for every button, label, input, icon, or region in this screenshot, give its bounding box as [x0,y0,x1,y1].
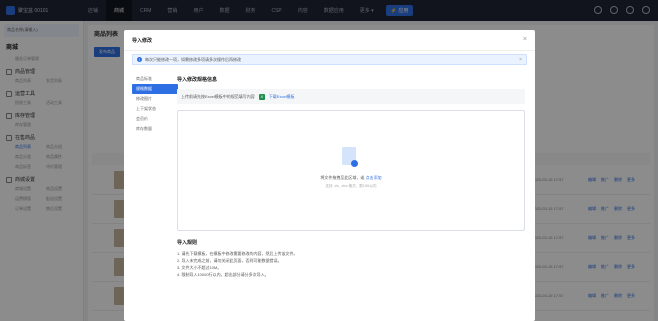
add-file-link[interactable]: 点击添加 [366,175,382,180]
modal-nav: 商品标准 规格数据 修改图片 上下架状态 会员价 库存数量 [132,74,178,134]
modal-nav-item[interactable]: 上下架状态 [132,104,178,114]
upload-dropzone[interactable]: 将文件拖拽至此区域，或 点击添加 支持 .xls, .xlsx 格式，限10M以… [177,110,525,231]
import-panel: 导入修改规格信息 上传前请先按Excel模板中的规范填写内容 X 下载Excel… [177,74,525,278]
rule-item: 1. 请先下载模板，在模板中修改需要修改的内容，然后上传该文件。 [177,251,298,256]
upload-file-icon [342,147,358,167]
rules-title: 导入规则 [177,240,198,246]
download-box: 上传前请先按Excel模板中的规范填写内容 X 下载Excel模板 [177,89,525,104]
import-modal: 导入修改 × ! 每次只能修改一项，如需修改多项请多次操作后再修改 × 商品标准… [124,30,535,321]
warning-text: 每次只能修改一项，如需修改多项请多次操作后再修改 [145,56,241,62]
warning-banner: ! 每次只能修改一项，如需修改多项请多次操作后再修改 × [132,54,527,65]
section-title: 导入修改规格信息 [177,77,218,83]
dropzone-label: 将文件拖拽至此区域，或 [320,175,365,180]
rule-item: 4. 限制导入10000行以内，超出部分请分多次导入。 [177,272,269,277]
rule-item: 3. 文件大小不超过10M。 [177,265,222,270]
modal-nav-item-active[interactable]: 规格数据 [132,84,178,94]
rules-list: 1. 请先下载模板，在模板中修改需要修改的内容，然后上传该文件。 2. 导入未完… [177,250,525,278]
info-icon: ! [137,57,142,62]
excel-icon: X [258,93,265,100]
close-icon[interactable]: × [519,57,522,63]
modal-title: 导入修改 [132,37,153,44]
modal-header: 导入修改 [124,30,535,51]
dropzone-text: 将文件拖拽至此区域，或 点击添加 [178,175,524,181]
dropzone-hint: 支持 .xls, .xlsx 格式，限10M以内 [325,184,377,188]
modal-nav-item[interactable]: 商品标准 [132,74,178,84]
download-hint: 上传前请先按Excel模板中的规范填写内容 [181,93,255,99]
modal-nav-item[interactable]: 修改图片 [132,94,178,104]
modal-nav-item[interactable]: 会员价 [132,114,178,124]
close-icon[interactable]: × [523,36,527,43]
rule-item: 2. 导入未完成之前，请勿关闭此页面，否则可能数据错误。 [177,258,282,263]
modal-nav-item[interactable]: 库存数量 [132,124,178,134]
download-template-link[interactable]: 下载Excel模板 [269,94,295,100]
